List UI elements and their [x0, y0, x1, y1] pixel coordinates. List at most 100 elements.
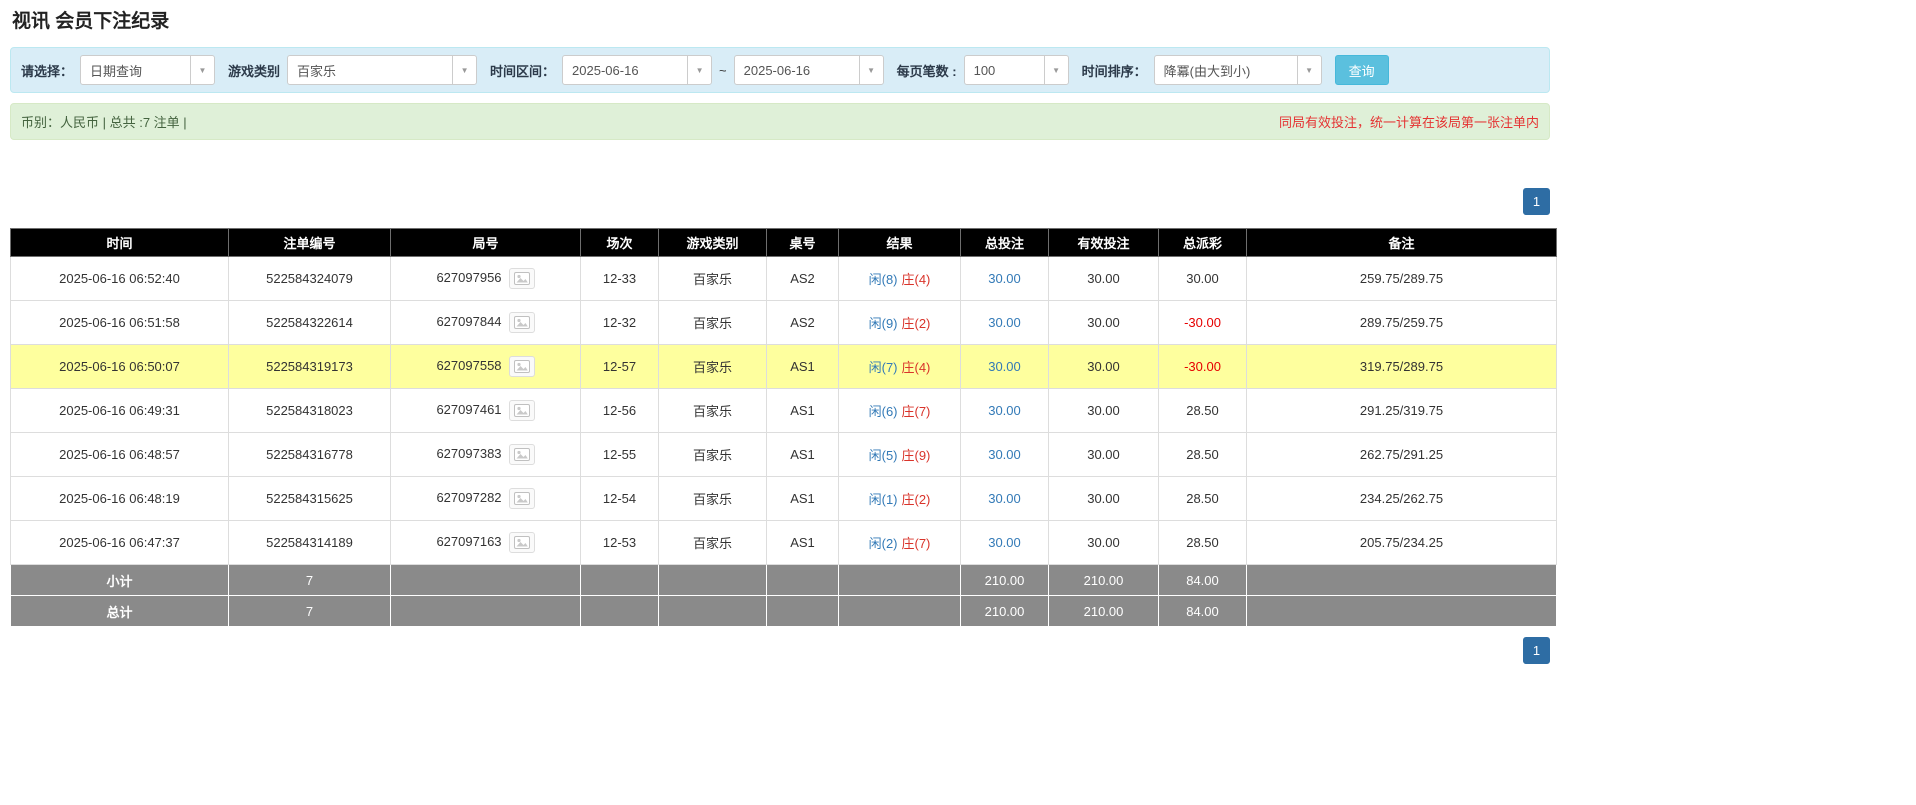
date-from-input[interactable]: 2025-06-16 ▼: [562, 55, 713, 85]
subtotal-row: 小计 7 210.00 210.00 84.00: [10, 564, 1557, 596]
result-cell: 闲(5) 庄(9): [838, 432, 961, 477]
page-size-label: 每页笔数 :: [896, 63, 957, 79]
cards-preview-icon[interactable]: [508, 268, 535, 289]
column-header: 总投注: [960, 228, 1049, 257]
round-cell: 627097282: [390, 476, 581, 521]
total-bet-link[interactable]: 30.00: [988, 315, 1021, 330]
bet-id-cell: 522584314189: [228, 520, 391, 565]
column-header: 游戏类别: [658, 228, 767, 257]
time-cell: 2025-06-16 06:47:37: [10, 520, 229, 565]
valid-bet-cell: 30.00: [1048, 476, 1159, 521]
chevron-down-icon[interactable]: ▼: [452, 56, 477, 84]
total-bet-link[interactable]: 30.00: [988, 403, 1021, 418]
table-body: 2025-06-16 06:52:40 522584324079 6270979…: [10, 256, 1557, 565]
result-player: 闲(6): [868, 404, 898, 419]
chevron-down-icon[interactable]: ▼: [1043, 56, 1068, 84]
round-id: 627097558: [436, 357, 502, 373]
total-bet-link[interactable]: 30.00: [988, 359, 1021, 374]
cards-preview-icon[interactable]: [508, 312, 535, 333]
chevron-down-icon[interactable]: ▼: [1296, 56, 1321, 84]
chevron-down-icon[interactable]: ▼: [687, 56, 712, 84]
note-cell: 289.75/259.75: [1246, 300, 1557, 345]
result-banker: 庄(2): [901, 316, 931, 331]
result-player: 闲(1): [868, 492, 898, 507]
total-bet-link[interactable]: 30.00: [988, 535, 1021, 550]
result-cell: 闲(8) 庄(4): [838, 256, 961, 301]
currency-total-summary: 币别：人民币 | 总共 :7 注单 |: [21, 115, 187, 130]
cards-preview-icon[interactable]: [508, 532, 535, 553]
session-cell: 12-57: [580, 344, 659, 389]
tilde-separator: ~: [719, 62, 727, 78]
round-cell: 627097163: [390, 520, 581, 565]
time-cell: 2025-06-16 06:50:07: [10, 344, 229, 389]
total-bet-cell: 30.00: [960, 300, 1049, 345]
payout-cell: 28.50: [1158, 432, 1247, 477]
result-banker: 庄(4): [901, 360, 931, 375]
table-number-cell: AS2: [766, 256, 839, 301]
total-bet-link[interactable]: 30.00: [988, 491, 1021, 506]
page-button-1[interactable]: 1: [1523, 637, 1550, 664]
sort-order-select[interactable]: 降冪(由大到小) ▼: [1153, 55, 1322, 85]
table-row: 2025-06-16 06:49:31 522584318023 6270974…: [10, 388, 1557, 433]
page-size-input[interactable]: 100 ▼: [963, 55, 1069, 85]
empty-cell: [390, 564, 581, 596]
game-type-label: 游戏类别: [228, 63, 281, 79]
game-type-cell: 百家乐: [658, 388, 767, 433]
time-cell: 2025-06-16 06:49:31: [10, 388, 229, 433]
cards-preview-icon[interactable]: [508, 356, 535, 377]
result-player: 闲(5): [868, 448, 898, 463]
page-size-value: 100: [973, 62, 996, 78]
bet-id-cell: 522584315625: [228, 476, 391, 521]
round-cell: 627097956: [390, 256, 581, 301]
result-cell: 闲(9) 庄(2): [838, 300, 961, 345]
result-cell: 闲(2) 庄(7): [838, 520, 961, 565]
total-bet-link[interactable]: 30.00: [988, 447, 1021, 462]
date-query-select[interactable]: 日期查询 ▼: [80, 55, 216, 85]
cards-preview-icon[interactable]: [508, 400, 535, 421]
game-type-select[interactable]: 百家乐 ▼: [287, 55, 478, 85]
time-cell: 2025-06-16 06:48:19: [10, 476, 229, 521]
valid-bet-cell: 30.00: [1048, 520, 1159, 565]
sort-order-value: 降冪(由大到小): [1163, 63, 1251, 79]
column-header: 备注: [1246, 228, 1557, 257]
chevron-down-icon[interactable]: ▼: [190, 56, 215, 84]
time-cell: 2025-06-16 06:48:57: [10, 432, 229, 477]
table-number-cell: AS1: [766, 520, 839, 565]
result-player: 闲(7): [868, 360, 898, 375]
round-id: 627097282: [436, 489, 502, 505]
result-banker: 庄(4): [901, 272, 931, 287]
game-type-cell: 百家乐: [658, 300, 767, 345]
chevron-down-icon[interactable]: ▼: [858, 56, 883, 84]
query-button[interactable]: 查询: [1334, 55, 1389, 85]
time-cell: 2025-06-16 06:52:40: [10, 256, 229, 301]
table-number-cell: AS1: [766, 432, 839, 477]
result-player: 闲(9): [868, 316, 898, 331]
round-cell: 627097844: [390, 300, 581, 345]
cards-preview-icon[interactable]: [508, 488, 535, 509]
note-cell: 259.75/289.75: [1246, 256, 1557, 301]
date-from-value: 2025-06-16: [572, 62, 639, 78]
date-to-input[interactable]: 2025-06-16 ▼: [733, 55, 884, 85]
result-banker: 庄(7): [901, 536, 931, 551]
result-banker: 庄(7): [901, 404, 931, 419]
valid-bet-note: 同局有效投注，统一计算在该局第一张注单内: [1278, 115, 1539, 130]
bet-id-cell: 522584322614: [228, 300, 391, 345]
payout-cell: 28.50: [1158, 520, 1247, 565]
empty-cell: [1246, 564, 1557, 596]
total-bet-cell: 30.00: [960, 476, 1049, 521]
page-button-1[interactable]: 1: [1523, 188, 1550, 215]
result-cell: 闲(6) 庄(7): [838, 388, 961, 433]
cards-preview-icon[interactable]: [508, 444, 535, 465]
round-cell: 627097558: [390, 344, 581, 389]
result-cell: 闲(1) 庄(2): [838, 476, 961, 521]
column-header: 总派彩: [1158, 228, 1247, 257]
empty-cell: [766, 595, 839, 627]
page-title: 视讯 会员下注纪录: [12, 11, 170, 32]
total-row: 总计 7 210.00 210.00 84.00: [10, 595, 1557, 627]
payout-cell: 28.50: [1158, 476, 1247, 521]
round-id: 627097844: [436, 313, 502, 329]
empty-cell: [580, 595, 659, 627]
column-header: 场次: [580, 228, 659, 257]
total-bet-link[interactable]: 30.00: [988, 271, 1021, 286]
round-cell: 627097383: [390, 432, 581, 477]
